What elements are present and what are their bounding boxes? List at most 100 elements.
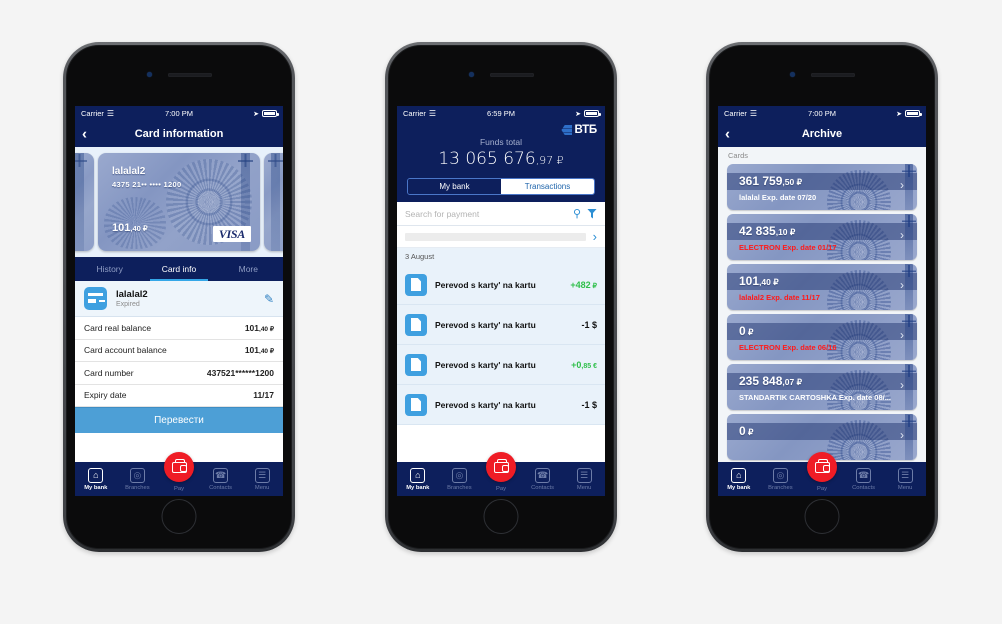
- archive-card[interactable]: 235 848,07 ₽ STANDARTIK CARTOSHKA Exp. d…: [727, 364, 917, 410]
- chevron-right-icon[interactable]: ›: [593, 229, 597, 244]
- tab-menu[interactable]: ☰ Menu: [563, 467, 605, 491]
- card-ornament: [902, 214, 916, 260]
- clock-label: 7:00 PM: [808, 109, 836, 118]
- tab-branches[interactable]: ◎ Branches: [439, 467, 481, 491]
- home-button[interactable]: [804, 499, 840, 534]
- back-button[interactable]: ‹: [82, 127, 87, 142]
- tab-branches[interactable]: ◎ Branches: [117, 467, 159, 491]
- earpiece-speaker-icon: [810, 72, 855, 77]
- tab-contacts[interactable]: ☎ Contacts: [200, 467, 242, 491]
- list-item[interactable]: Perevod s karty' na kartu -1 $: [397, 305, 605, 345]
- transfer-button[interactable]: Перевести: [75, 407, 283, 433]
- pay-button[interactable]: [807, 452, 837, 482]
- list-item[interactable]: Perevod s karty' na kartu -1 $: [397, 385, 605, 425]
- card-subtitle: lalalal2 Exp. date 11/17: [739, 293, 820, 302]
- pay-button[interactable]: [486, 452, 516, 482]
- list-item[interactable]: Perevod s karty' na kartu +482 ₽: [397, 265, 605, 305]
- card-next[interactable]: [264, 153, 283, 251]
- card-ornament: [268, 153, 283, 251]
- section-label: Cards: [728, 151, 749, 160]
- nav-bar-3: ‹ Archive: [718, 121, 926, 147]
- clock-label: 6:59 PM: [487, 109, 515, 118]
- document-icon: [405, 393, 427, 416]
- search-icon[interactable]: ⚲: [573, 207, 581, 220]
- transaction-name: Perevod s karty' na kartu: [435, 319, 536, 330]
- phone-2-body: Carrier ☰ 6:59 PM ➤ ВТБ Funds total 13 0…: [388, 45, 614, 549]
- segment-my-bank[interactable]: My bank: [408, 179, 501, 194]
- front-camera-icon: [146, 72, 152, 77]
- search-bar[interactable]: Search for payment ⚲: [397, 202, 605, 226]
- location-arrow-icon: ➤: [253, 110, 259, 118]
- tab-branches[interactable]: ◎ Branches: [760, 467, 802, 491]
- search-input[interactable]: Search for payment: [405, 209, 567, 219]
- segment-transactions[interactable]: Transactions: [501, 179, 594, 194]
- bank-card[interactable]: lalalal2 4375 21•• •••• 1200 101,40 ₽ VI…: [98, 153, 260, 251]
- document-icon: [405, 313, 427, 336]
- tab-contacts[interactable]: ☎ Contacts: [843, 467, 885, 491]
- card-holder-name: lalalal2: [112, 166, 146, 177]
- tab-contacts[interactable]: ☎ Contacts: [522, 467, 564, 491]
- transaction-name: Perevod s karty' na kartu: [435, 279, 536, 290]
- back-button[interactable]: ‹: [725, 127, 730, 142]
- tab-my-bank[interactable]: ⌂ My bank: [718, 467, 760, 491]
- pay-label: Pay: [817, 486, 827, 492]
- pencil-icon[interactable]: ✎: [264, 292, 274, 306]
- home-icon: ⌂: [410, 467, 426, 483]
- card-ornament: [902, 364, 916, 410]
- tab-my-bank[interactable]: ⌂ My bank: [397, 467, 439, 491]
- tab-my-bank[interactable]: ⌂ My bank: [75, 467, 117, 491]
- clock-label: 7:00 PM: [165, 109, 193, 118]
- card-previous[interactable]: [75, 153, 94, 251]
- funds-amount-frac: ,97 ₽: [535, 154, 564, 167]
- archive-card[interactable]: 361 759,50 ₽ lalalal Exp. date 07/20 ›: [727, 164, 917, 210]
- card-ornament: [902, 264, 916, 310]
- date-header: 3 August: [397, 248, 605, 265]
- archive-card[interactable]: 42 835,10 ₽ ELECTRON Exp. date 01/17 ›: [727, 214, 917, 260]
- card-band: [727, 323, 917, 340]
- phone-2-screen: Carrier ☰ 6:59 PM ➤ ВТБ Funds total 13 0…: [397, 106, 605, 496]
- tab-more[interactable]: More: [214, 257, 283, 281]
- battery-icon: [584, 110, 601, 117]
- list-item[interactable]: Perevod s karty' na kartu +0,85 €: [397, 345, 605, 385]
- tab-menu[interactable]: ☰ Menu: [884, 467, 926, 491]
- card-amount: 361 759,50 ₽: [739, 174, 802, 188]
- phone-2-sensors: [389, 72, 613, 77]
- pay-label: Pay: [174, 486, 184, 492]
- status-bar-2: Carrier ☰ 6:59 PM ➤: [397, 106, 605, 121]
- account-header[interactable]: lalalal2 Expired ✎: [75, 281, 283, 317]
- archive-card[interactable]: 0 ₽ ELECTRON Exp. date 06/16 ›: [727, 314, 917, 360]
- card-carousel[interactable]: lalalal2 4375 21•• •••• 1200 101,40 ₽ VI…: [75, 147, 283, 257]
- card-ornament: [902, 164, 916, 210]
- phone-3-sensors: [710, 72, 934, 77]
- transaction-amount: -1 $: [581, 399, 597, 410]
- progress-row: ›: [397, 226, 605, 248]
- home-icon: ⌂: [731, 467, 747, 483]
- phone-icon: ☎: [213, 467, 229, 483]
- card-balance-frac: ,40 ₽: [130, 224, 148, 233]
- status-bar-1: Carrier ☰ 7:00 PM ➤: [75, 106, 283, 121]
- filter-icon[interactable]: [587, 208, 597, 219]
- archive-card[interactable]: 101,40 ₽ lalalal2 Exp. date 11/17 ›: [727, 264, 917, 310]
- card-band: [727, 423, 917, 440]
- transaction-name: Perevod s karty' na kartu: [435, 359, 536, 370]
- tab-card-info[interactable]: Card info: [144, 257, 213, 281]
- phone-3-body: Carrier ☰ 7:00 PM ➤ ‹ Archive Cards 361 …: [709, 45, 935, 549]
- tab-menu[interactable]: ☰ Menu: [241, 467, 283, 491]
- funds-header: ВТБ Funds total 13 065 676,97 ₽ My bank …: [397, 121, 605, 202]
- funds-total-label: Funds total: [479, 137, 523, 147]
- card-balance: 101,40 ₽: [112, 222, 148, 234]
- home-button[interactable]: [161, 499, 197, 534]
- pay-button[interactable]: [164, 452, 194, 482]
- table-row: Card number 437521******1200: [75, 362, 283, 385]
- card-amount: 0 ₽: [739, 324, 754, 338]
- earpiece-speaker-icon: [489, 72, 534, 77]
- table-row: Expiry date 11/17: [75, 385, 283, 407]
- row-label: Card real balance: [84, 322, 152, 333]
- home-button[interactable]: [483, 499, 519, 534]
- card-amount: 42 835,10 ₽: [739, 224, 796, 238]
- phone-1-screen: Carrier ☰ 7:00 PM ➤ ‹ Card information l…: [75, 106, 283, 496]
- bottom-tab-bar-2: ⌂ My bank ◎ Branches ☎ Contacts ☰ Menu P…: [397, 452, 605, 496]
- tab-history[interactable]: History: [75, 257, 144, 281]
- document-icon: [405, 353, 427, 376]
- transaction-name: Perevod s karty' na kartu: [435, 399, 536, 410]
